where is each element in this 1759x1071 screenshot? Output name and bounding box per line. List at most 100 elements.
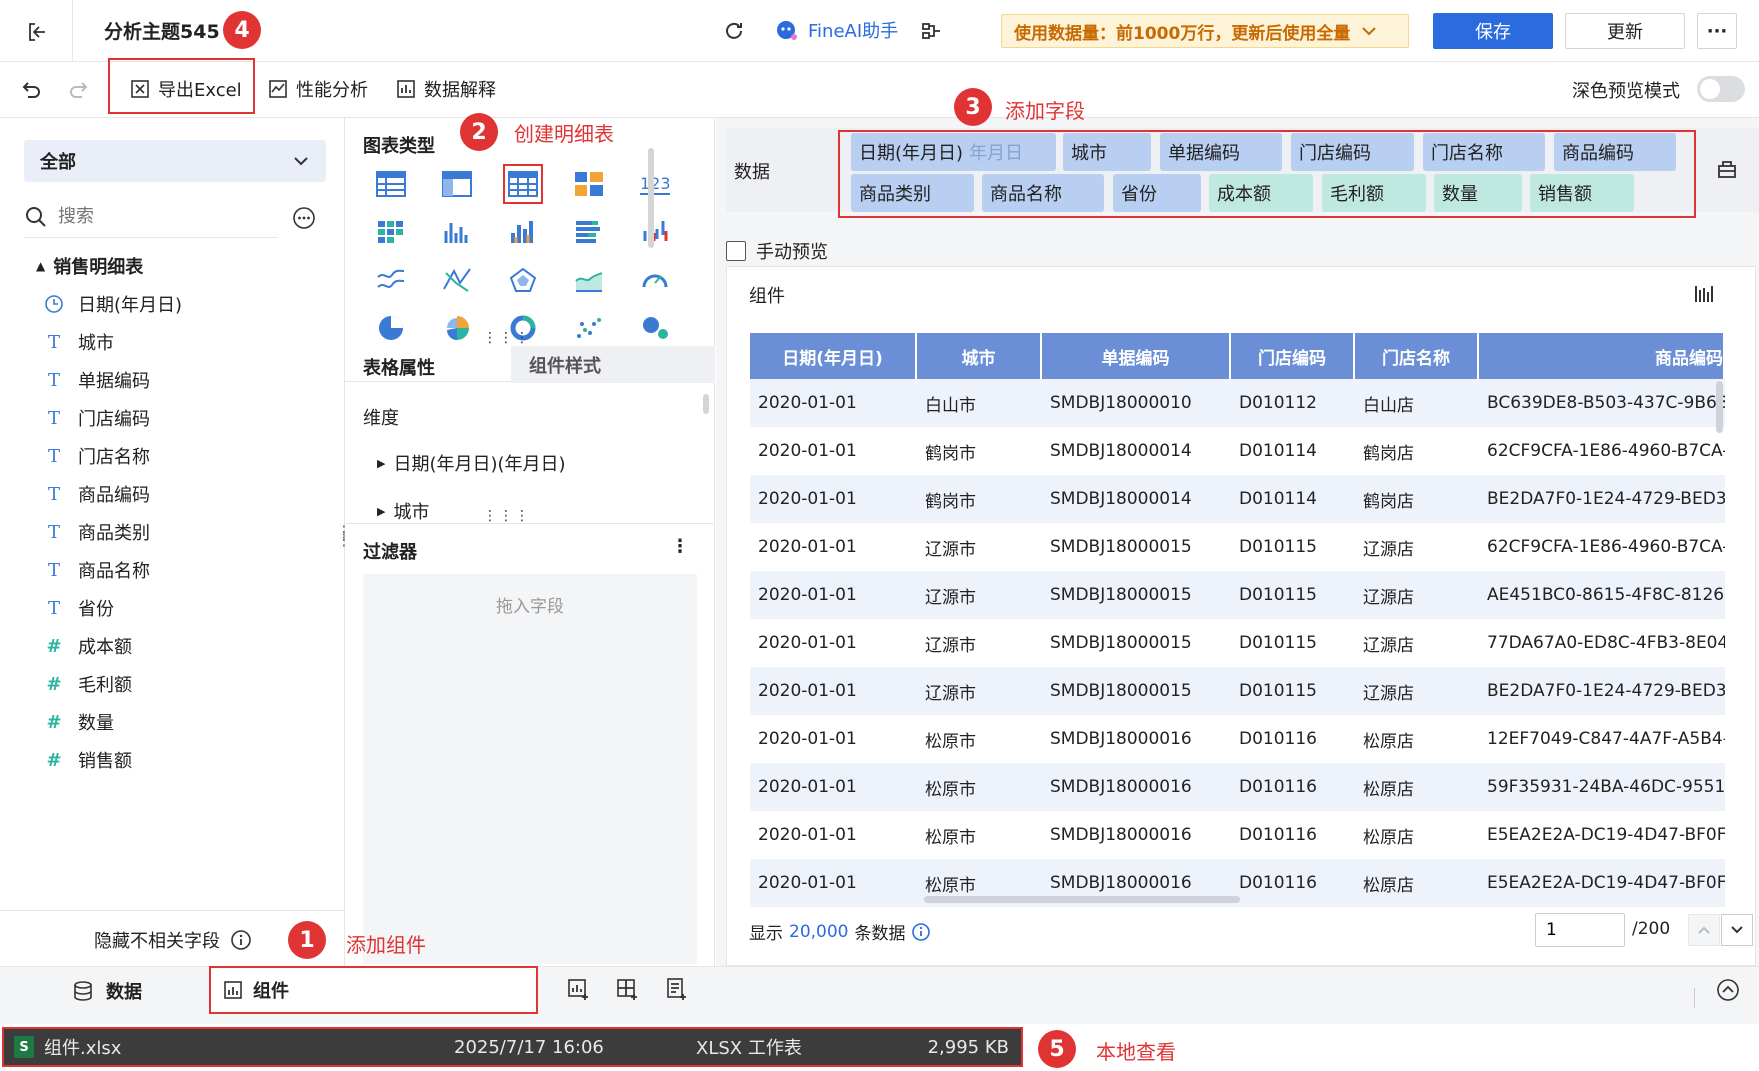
column-header[interactable]: 门店名称 xyxy=(1355,333,1479,379)
field-search[interactable] xyxy=(24,196,278,238)
page-up-button[interactable] xyxy=(1688,914,1720,946)
annotation-text-3: 添加字段 xyxy=(1005,99,1085,123)
field-item[interactable]: T 门店编码 xyxy=(44,405,150,431)
scope-dropdown[interactable]: 全部 xyxy=(24,140,326,182)
field-item[interactable]: # 数量 xyxy=(44,709,114,735)
table-row[interactable]: 2020-01-01 鹤岗市 SMDBJ18000014 D010114 鹤岗店 BE2D… xyxy=(750,475,1725,523)
cross-table-icon[interactable] xyxy=(371,164,411,204)
gauge-icon[interactable] xyxy=(635,260,675,300)
grouped-bar-icon[interactable] xyxy=(437,212,477,252)
radar-chart-icon[interactable] xyxy=(503,260,543,300)
filter-more-icon[interactable]: ⋮ xyxy=(671,536,689,557)
field-item[interactable]: # 毛利额 xyxy=(44,671,132,697)
search-input[interactable] xyxy=(58,206,258,227)
more-options-icon[interactable] xyxy=(292,206,316,230)
table-row[interactable]: 2020-01-01 松原市 SMDBJ18000016 D010116 松原店 E5EA… xyxy=(750,811,1725,859)
filter-drop-zone[interactable]: 拖入字段 xyxy=(363,574,697,964)
scrollbar[interactable] xyxy=(648,148,654,248)
radar-line-icon[interactable] xyxy=(437,260,477,300)
field-item[interactable]: T 商品编码 xyxy=(44,481,150,507)
lineage-icon[interactable] xyxy=(918,17,946,45)
field-item[interactable]: T 商品类别 xyxy=(44,519,150,545)
manual-preview[interactable]: 手动预览 xyxy=(726,238,828,264)
update-button[interactable]: 更新 xyxy=(1565,13,1685,49)
page-down-button[interactable] xyxy=(1721,914,1753,946)
data-explain-button[interactable]: 数据解释 xyxy=(396,76,496,102)
scrollbar[interactable] xyxy=(703,394,709,414)
column-header[interactable]: 门店编码 xyxy=(1231,333,1355,379)
redo-icon[interactable] xyxy=(64,76,92,104)
add-component-icon[interactable] xyxy=(567,977,591,1001)
download-item[interactable]: S 组件.xlsx 2025/7/17 16:06 XLSX 工作表 2,995… xyxy=(2,1027,1023,1067)
table-cell: D010116 xyxy=(1239,825,1317,845)
table-row[interactable]: 2020-01-01 鹤岗市 SMDBJ18000014 D010114 鹤岗店 62CF… xyxy=(750,427,1725,475)
column-header[interactable]: 日期(年月日) xyxy=(750,333,917,379)
resize-handle[interactable]: ⋮⋮⋮ xyxy=(483,330,531,346)
table-row[interactable]: 2020-01-01 松原市 SMDBJ18000016 D010116 松原店 12EF… xyxy=(750,715,1725,763)
pie-chart-icon[interactable] xyxy=(371,308,411,348)
kpi-number-icon[interactable]: 123 xyxy=(635,164,675,204)
bubble-chart-icon[interactable] xyxy=(635,308,675,348)
annotation-box-export xyxy=(108,58,255,114)
fineai-button[interactable]: FineAI助手 xyxy=(774,17,898,43)
column-header[interactable]: 城市 xyxy=(917,333,1042,379)
usage-notice-dropdown[interactable]: 使用数据量：前1000万行，更新后使用全量 xyxy=(1001,14,1409,48)
manual-preview-checkbox[interactable] xyxy=(726,241,746,261)
detail-table-icon[interactable] xyxy=(503,164,543,204)
column-header[interactable]: 商品编码 xyxy=(1479,333,1725,379)
table-node[interactable]: ▲ 销售明细表 xyxy=(36,253,143,279)
collapse-up-icon[interactable] xyxy=(1716,978,1740,1002)
bottom-tab-data[interactable]: 数据 xyxy=(72,978,142,1004)
table-row[interactable]: 2020-01-01 辽源市 SMDBJ18000015 D010115 辽源店 BE2D… xyxy=(750,667,1725,715)
field-item[interactable]: T 单据编码 xyxy=(44,367,150,393)
field-item[interactable]: T 省份 xyxy=(44,595,114,621)
chart-settings-icon[interactable] xyxy=(1693,282,1717,306)
resize-handle[interactable]: ⋮⋮⋮ xyxy=(483,508,531,524)
rose-chart-icon[interactable] xyxy=(437,308,477,348)
tab-component-style[interactable]: 组件样式 xyxy=(511,346,715,383)
hide-irrelevant-fields[interactable]: 隐藏不相关字段 xyxy=(94,927,252,953)
table-row[interactable]: 2020-01-01 辽源市 SMDBJ18000015 D010115 辽源店 77DA… xyxy=(750,619,1725,667)
export-data-icon[interactable] xyxy=(1716,158,1738,180)
dimension-item[interactable]: ▶ 日期(年月日)(年月日) xyxy=(377,450,566,476)
card-layout-icon[interactable] xyxy=(569,164,609,204)
field-label: 商品类别 xyxy=(78,523,150,544)
heatmap-icon[interactable] xyxy=(371,212,411,252)
field-item[interactable]: # 成本额 xyxy=(44,633,132,659)
field-label: 门店名称 xyxy=(78,447,150,468)
add-dashboard-icon[interactable] xyxy=(616,977,640,1001)
column-header[interactable]: 单据编码 xyxy=(1042,333,1231,379)
divider xyxy=(72,0,73,62)
exit-icon[interactable] xyxy=(22,17,52,47)
field-item[interactable]: T 城市 xyxy=(44,329,114,355)
field-item[interactable]: # 销售额 xyxy=(44,747,132,773)
table-row[interactable]: 2020-01-01 辽源市 SMDBJ18000015 D010115 辽源店 AE45… xyxy=(750,571,1725,619)
range-bar-icon[interactable] xyxy=(635,212,675,252)
field-item[interactable]: T 门店名称 xyxy=(44,443,150,469)
area-chart-icon[interactable] xyxy=(569,260,609,300)
bar-chart-icon[interactable] xyxy=(503,212,543,252)
refresh-icon[interactable] xyxy=(720,17,748,45)
scatter-chart-icon[interactable] xyxy=(569,308,609,348)
performance-analysis-button[interactable]: 性能分析 xyxy=(268,76,368,102)
number-type-icon: # xyxy=(46,711,62,733)
vertical-scrollbar[interactable] xyxy=(1716,381,1723,433)
line-chart-icon[interactable] xyxy=(371,260,411,300)
tab-table-properties[interactable]: 表格属性 xyxy=(363,354,435,380)
dimension-item[interactable]: ▶ 城市 xyxy=(377,498,429,524)
table-row[interactable]: 2020-01-01 白山市 SMDBJ18000010 D010112 白山店 BC63… xyxy=(750,379,1725,427)
table-row[interactable]: 2020-01-01 辽源市 SMDBJ18000015 D010115 辽源店 62CF… xyxy=(750,523,1725,571)
horizontal-scrollbar[interactable] xyxy=(924,896,1240,903)
more-button[interactable]: ··· xyxy=(1697,13,1737,49)
page-number-input[interactable] xyxy=(1535,913,1625,947)
horizontal-bar-icon[interactable] xyxy=(569,212,609,252)
undo-icon[interactable] xyxy=(18,76,46,104)
field-item[interactable]: T 商品名称 xyxy=(44,557,150,583)
dark-mode-toggle[interactable] xyxy=(1697,76,1745,102)
field-item[interactable]: 日期(年月日) xyxy=(44,291,182,317)
group-table-icon[interactable] xyxy=(437,164,477,204)
add-report-icon[interactable] xyxy=(665,977,689,1001)
table-row[interactable]: 2020-01-01 松原市 SMDBJ18000016 D010116 松原店 59F3… xyxy=(750,763,1725,811)
save-button[interactable]: 保存 xyxy=(1433,13,1553,49)
text-type-icon: T xyxy=(47,407,60,429)
